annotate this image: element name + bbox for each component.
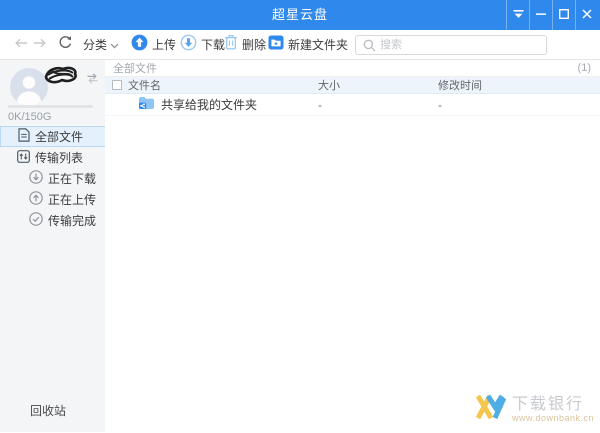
upload-circle-icon [29,191,43,208]
breadcrumb: 全部文件 [113,63,157,75]
delete-button[interactable]: 删除 [224,30,266,59]
back-button[interactable] [14,30,28,59]
sidebar-item-label: 正在上传 [48,193,97,207]
refresh-button[interactable] [58,30,73,59]
breadcrumb-bar: 全部文件 (1) [105,60,600,77]
check-circle-icon [29,212,43,229]
storage-progress-bar [8,105,93,108]
new-folder-icon [268,35,284,55]
downbank-logo-icon [475,393,507,426]
transfer-list-icon [17,149,30,166]
sidebar-item-transfer-complete[interactable]: 传输完成 [0,210,105,231]
sidebar-item-label: 全部文件 [35,130,84,144]
sidebar-item-label: 正在下载 [48,172,97,186]
storage-usage: 0K/150G [8,111,52,123]
minimize-icon [536,6,546,24]
window-controls [506,0,598,30]
watermark: 下载银行 www.downbank.cn [475,393,594,426]
close-icon [582,6,592,24]
select-all-checkbox[interactable] [112,80,122,90]
download-icon [180,34,197,56]
search-input[interactable] [380,37,546,53]
file-name: 共享给我的文件夹 [161,98,258,112]
delete-label: 删除 [242,38,267,52]
sidebar-item-uploading[interactable]: 正在上传 [0,189,105,210]
sidebar-item-all-files[interactable]: 全部文件 [0,126,105,147]
search-box [355,35,547,55]
close-button[interactable] [575,0,598,30]
sidebar-item-downloading[interactable]: 正在下载 [0,168,105,189]
new-folder-button[interactable]: 新建文件夹 [268,30,348,59]
main-content: 全部文件 (1) 文件名 大小 修改时间 共享给我的文件夹 - - 下载银行 w… [105,60,600,432]
document-icon [18,128,30,145]
sidebar-item-label: 传输完成 [48,214,97,228]
titlebar: 超星云盘 [0,0,600,30]
chevron-down-icon [110,36,119,54]
download-circle-icon [29,170,43,187]
upload-button[interactable]: 上传 [131,30,176,59]
download-label: 下载 [201,38,226,52]
switch-account-icon[interactable] [86,71,99,89]
column-header-modified: 修改时间 [438,80,482,92]
skin-menu-icon [513,6,524,24]
maximize-button[interactable] [552,0,575,30]
watermark-title: 下载银行 [511,396,584,413]
forward-icon [33,36,47,54]
minimize-button[interactable] [529,0,552,30]
user-block: 0K/150G [0,60,105,126]
new-folder-label: 新建文件夹 [288,38,349,52]
maximize-icon [558,6,570,24]
back-icon [14,36,28,54]
file-size: - [318,97,322,112]
column-header-size: 大小 [318,80,340,92]
shared-folder-icon [138,96,155,113]
upload-icon [131,34,148,56]
refresh-icon [58,35,73,55]
sidebar-item-recycle-bin[interactable]: 回收站 [30,402,66,419]
item-count: (1) [577,62,591,74]
sidebar-item-transfer-list[interactable]: 传输列表 [0,147,105,168]
sidebar-item-label: 传输列表 [35,151,84,165]
trash-icon [224,34,238,55]
table-row[interactable]: 共享给我的文件夹 - - [105,94,600,116]
forward-button[interactable] [33,30,47,59]
watermark-url: www.downbank.cn [511,413,594,423]
sidebar: 0K/150G 全部文件 传输列表 正在下载 正在上传 传输完成 回收站 [0,60,105,432]
toolbar: 分类 上传 下载 删除 新建文件夹 [0,30,600,60]
redacted-username [42,65,80,92]
download-button[interactable]: 下载 [180,30,225,59]
column-header-name: 文件名 [128,80,161,92]
skin-menu-button[interactable] [506,0,529,30]
file-modified: - [438,97,442,112]
category-dropdown[interactable]: 分类 [83,30,119,59]
app-window: 超星云盘 分类 上传 下载 删除 新建文件夹 搜索 0K/150G 全部文件 传… [0,0,600,433]
table-header: 文件名 大小 修改时间 [105,77,600,94]
search-icon [363,39,376,51]
category-label: 分类 [83,38,108,52]
upload-label: 上传 [152,38,177,52]
